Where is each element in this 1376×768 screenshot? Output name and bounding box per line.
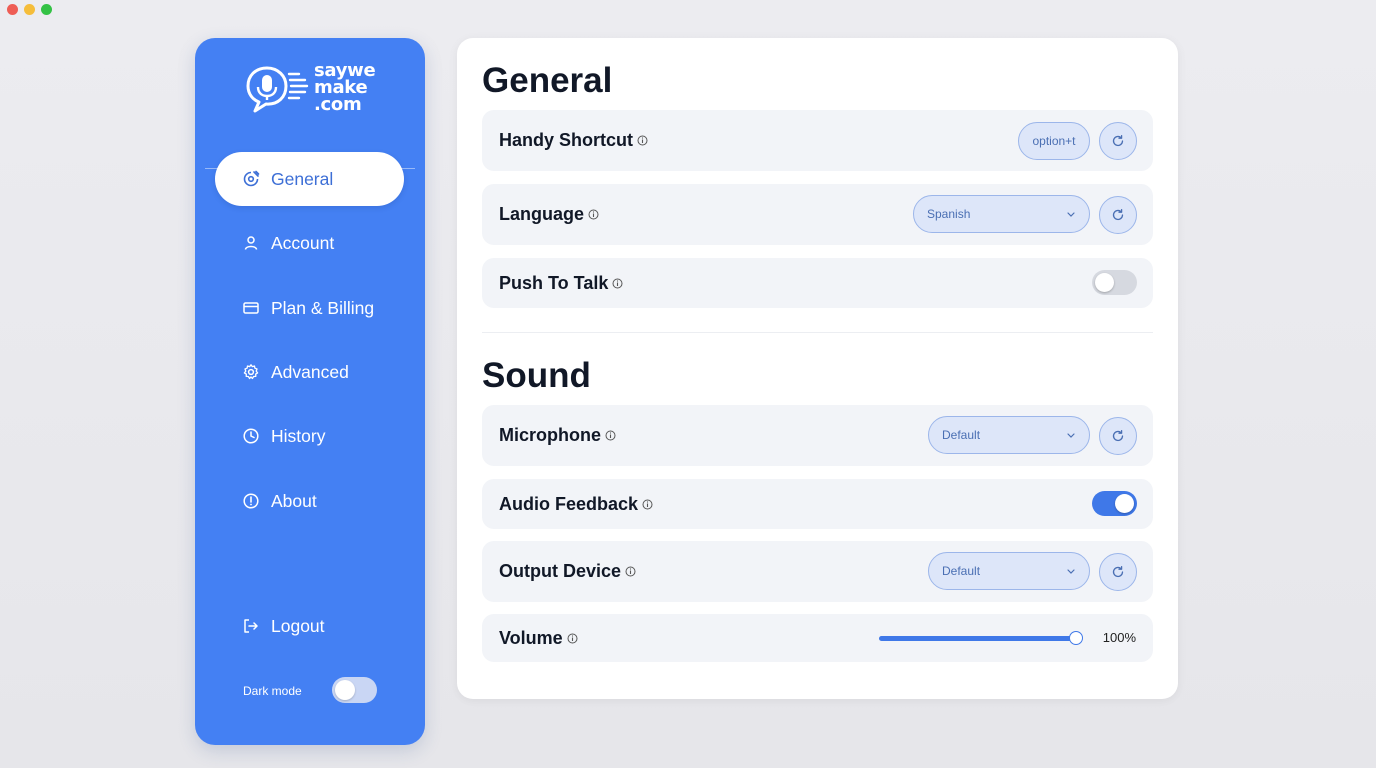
reset-icon [1112,134,1124,147]
sidebar-item-advanced[interactable]: Advanced [215,345,404,399]
sidebar-item-plan-billing[interactable]: Plan & Billing [215,281,404,335]
info-icon[interactable] [567,633,578,644]
chevron-down-icon [1067,569,1075,574]
minimize-window-button[interactable] [24,4,35,15]
reset-output-device-button[interactable] [1099,553,1137,591]
output-device-row: Output Device Default [482,541,1153,602]
sidebar: saywe make .com General Account Plan & B… [195,38,425,745]
sidebar-item-history[interactable]: History [215,409,404,463]
chevron-down-icon [1067,212,1075,217]
language-row: Language Spanish [482,184,1153,245]
info-icon[interactable] [605,430,616,441]
logo-text: saywe make .com [314,62,376,115]
volume-value: 100% [1102,630,1136,645]
info-icon[interactable] [625,566,636,577]
sidebar-item-about[interactable]: About [215,474,404,528]
microphone-value: Default [942,428,981,442]
output-device-label: Output Device [499,561,622,581]
reset-shortcut-button[interactable] [1099,122,1137,160]
microphone-row: Microphone Default [482,405,1153,466]
sidebar-item-label: General [271,168,334,189]
microphone-logo-icon [246,66,309,113]
sidebar-item-label: History [271,425,326,446]
reset-microphone-button[interactable] [1099,417,1137,455]
output-device-select[interactable]: Default [928,552,1090,590]
microphone-label: Microphone [499,425,601,445]
shortcut-button[interactable]: option+t [1018,122,1090,160]
sidebar-item-label: Plan & Billing [271,297,375,318]
reset-icon [1112,565,1124,578]
sidebar-item-label: About [271,490,317,511]
push-to-talk-row: Push To Talk [482,258,1153,308]
settings-panel: General Handy Shortcut option+t Language… [457,38,1178,699]
toggle-knob [1115,494,1134,513]
audio-feedback-toggle[interactable] [1092,491,1137,516]
clock-icon [242,427,260,445]
handy-shortcut-label: Handy Shortcut [499,130,634,150]
credit-card-icon [242,299,260,317]
push-to-talk-toggle[interactable] [1092,270,1137,295]
info-icon[interactable] [588,209,599,220]
logout-icon [242,617,260,635]
push-to-talk-label: Push To Talk [499,272,609,293]
audio-feedback-label: Audio Feedback [499,493,639,514]
sidebar-item-account[interactable]: Account [215,216,404,270]
sidebar-item-label: Advanced [271,361,349,382]
handy-shortcut-row: Handy Shortcut option+t [482,110,1153,171]
language-select[interactable]: Spanish [913,195,1090,233]
general-section-title: General [482,61,613,100]
reset-language-button[interactable] [1099,196,1137,234]
dark-mode-label: Dark mode [243,684,302,698]
info-icon[interactable] [637,135,648,146]
maximize-window-button[interactable] [41,4,52,15]
sound-section-title: Sound [482,356,591,395]
window-controls [7,4,52,15]
logout-label: Logout [271,615,325,636]
language-value: Spanish [927,207,971,221]
reset-icon [1112,208,1124,221]
reset-icon [1112,429,1124,442]
volume-slider-thumb[interactable] [1069,631,1083,645]
general-settings-icon [242,170,260,188]
microphone-select[interactable]: Default [928,416,1090,454]
toggle-knob [1095,273,1114,292]
language-label: Language [499,204,585,224]
volume-label: Volume [499,627,563,648]
toggle-knob [335,680,355,700]
volume-slider-fill [879,636,1076,641]
gear-icon [242,363,260,381]
chevron-down-icon [1067,433,1075,438]
volume-slider[interactable] [879,631,1083,645]
logo-line: .com [314,94,362,115]
volume-row: Volume 100% [482,614,1153,662]
output-device-value: Default [942,564,981,578]
logo: saywe make .com [245,60,385,120]
info-icon[interactable] [612,278,623,289]
audio-feedback-row: Audio Feedback [482,479,1153,529]
info-icon[interactable] [642,499,653,510]
section-divider [482,332,1153,333]
close-window-button[interactable] [7,4,18,15]
logout-button[interactable]: Logout [215,599,404,653]
dark-mode-toggle[interactable] [332,677,377,703]
user-icon [242,234,260,252]
sidebar-item-general[interactable]: General [215,152,404,206]
sidebar-item-label: Account [271,232,335,253]
info-icon [242,492,260,510]
